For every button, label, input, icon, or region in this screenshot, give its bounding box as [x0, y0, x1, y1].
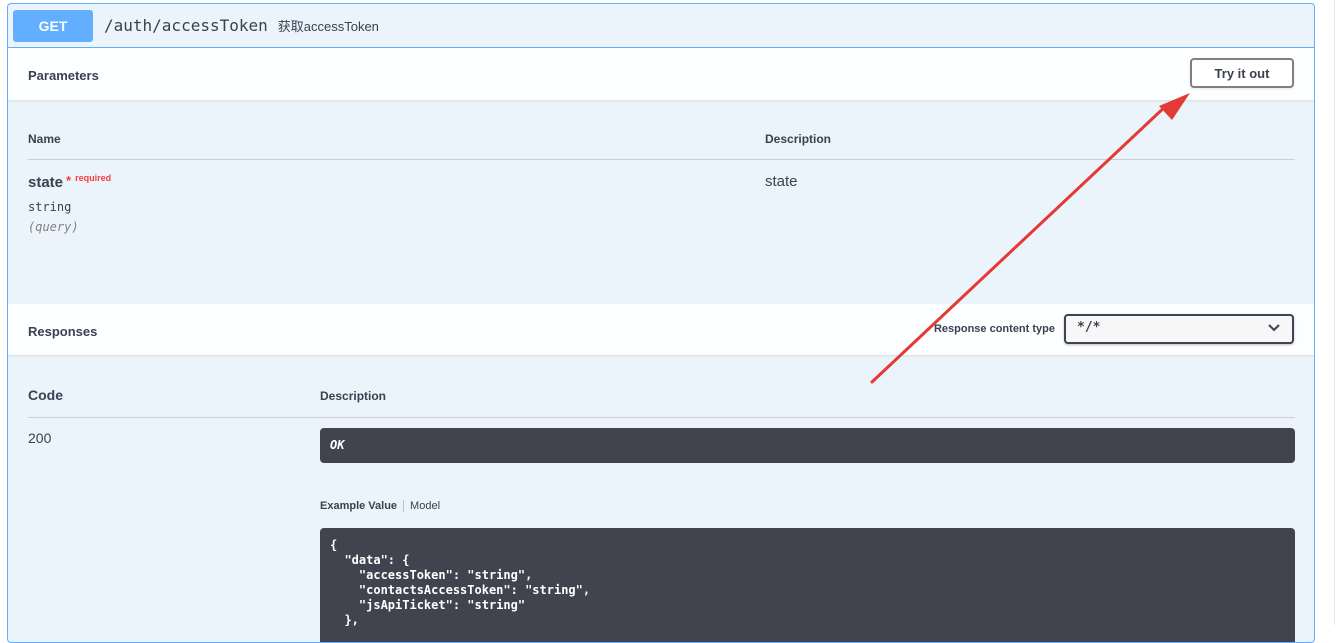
- parameters-header: Parameters Try it out: [8, 48, 1314, 100]
- response-col-code: Code: [28, 387, 63, 403]
- operation-summary-text: 获取accessToken: [277, 19, 379, 34]
- param-row-state: state * required: [28, 173, 112, 191]
- param-type: string: [28, 200, 72, 214]
- response-description: OK: [320, 428, 1295, 463]
- tab-example-value[interactable]: Example Value: [320, 500, 405, 512]
- param-header-divider: [28, 159, 1295, 160]
- param-location: (query): [28, 220, 79, 234]
- param-col-description: Description: [765, 132, 832, 146]
- tab-model[interactable]: Model: [404, 500, 440, 512]
- method-badge: GET: [13, 9, 93, 42]
- responses-header: Responses Response content type */*: [8, 304, 1314, 355]
- operation-path: /auth/accessToken: [104, 16, 268, 35]
- responses-title: Responses: [28, 324, 98, 339]
- param-description: state: [765, 173, 798, 190]
- example-tabs: Example Value Model: [320, 500, 440, 512]
- try-it-out-button[interactable]: Try it out: [1190, 58, 1294, 88]
- response-content-type-label: Response content type: [933, 323, 1055, 335]
- operation-summary[interactable]: GET /auth/accessToken 获取accessToken: [8, 4, 1314, 48]
- response-header-divider: [28, 417, 1295, 418]
- chevron-down-icon: [1268, 324, 1280, 332]
- param-col-name: Name: [28, 132, 61, 146]
- required-star: *: [66, 173, 72, 188]
- selected-content-type: */*: [1077, 320, 1101, 335]
- operation-block: GET /auth/accessToken 获取accessToken Para…: [7, 3, 1315, 643]
- example-value-code: { "data": { "accessToken": "string", "co…: [320, 528, 1295, 642]
- scrollbar-track[interactable]: [1334, 0, 1335, 625]
- response-content-type-select[interactable]: */*: [1064, 314, 1294, 344]
- required-label: required: [75, 173, 112, 183]
- parameters-title: Parameters: [28, 68, 99, 83]
- response-code: 200: [28, 430, 52, 446]
- param-name: state: [28, 174, 64, 191]
- response-col-description: Description: [320, 389, 387, 403]
